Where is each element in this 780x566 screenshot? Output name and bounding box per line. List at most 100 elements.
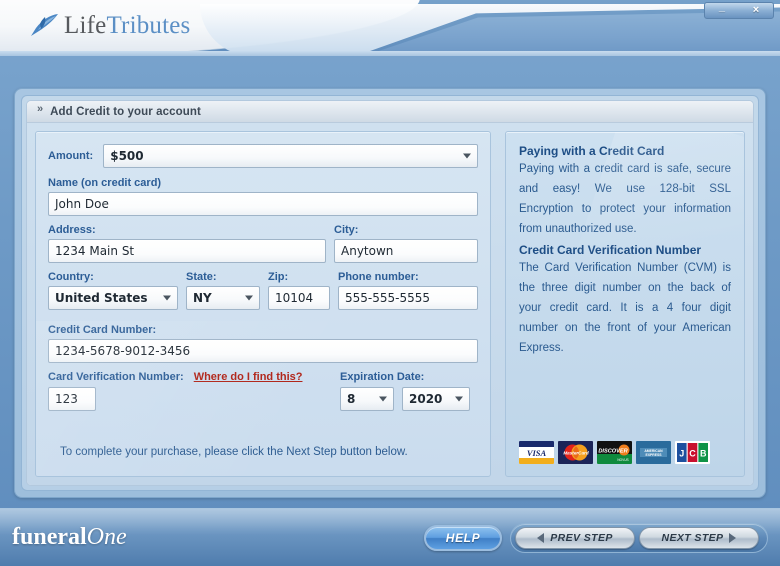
zip-value: 10104 [275,291,314,305]
expiration-month-value: 8 [347,392,356,406]
logo-word-life: Life [64,12,107,39]
cvm-input[interactable]: 123 [48,387,96,411]
svg-text:J: J [679,449,684,459]
next-step-button[interactable]: NEXT STEP [639,527,759,549]
city-group: City: Anytown [334,224,478,263]
bird-swoosh-icon [31,14,58,36]
prev-step-label: PREV STEP [550,532,613,544]
funeralone-logo: funeralOne [12,524,127,551]
svg-text:VISA: VISA [527,448,547,458]
amex-card-logo: AMERICAN EXPRESS [636,441,671,464]
state-label: State: [186,271,217,283]
step-navigation-group: PREV STEP NEXT STEP [510,523,768,553]
svg-text:DISCOVER: DISCOVER [598,449,627,455]
close-button[interactable]: × [753,5,759,16]
jcb-card-logo: J C B [675,441,710,464]
visa-card-logo: VISA [519,441,554,464]
info-paragraph-cvm: The Card Verification Number (CVM) is th… [519,262,731,354]
arrow-right-icon [729,533,737,543]
info-paragraph-paying: Paying with a credit card is safe, secur… [519,163,731,235]
phone-input[interactable]: 555-555-5555 [338,286,478,310]
zip-group: Zip: 10104 [268,271,330,310]
country-label: Country: [48,271,94,283]
logo-word-tributes: Tributes [106,12,191,39]
city-value: Anytown [341,244,394,258]
name-input[interactable]: John Doe [48,192,478,216]
expiration-month-select[interactable]: 8 [340,387,394,411]
chevron-down-icon [455,396,463,402]
title-bar-underline [0,51,780,56]
state-value: NY [193,291,212,305]
cvm-group: Card Verification Number: Where do I fin… [48,371,332,411]
double-chevron-icon: » [37,103,44,115]
name-row: Name (on credit card) John Doe [48,177,478,216]
chevron-down-icon [245,295,253,301]
amount-label: Amount: [48,149,94,162]
city-label: City: [334,224,359,236]
address-input[interactable]: 1234 Main St [48,239,326,263]
title-bar: LifeTributes _ × [0,0,780,56]
cvm-label: Card Verification Number: [48,371,184,383]
add-credit-panel: » Add Credit to your account Amount: $50… [26,100,754,486]
name-value: John Doe [55,197,109,211]
svg-text:NOVUS: NOVUS [617,458,628,462]
phone-label: Phone number: [338,271,419,283]
info-heading-cvm: Credit Card Verification Number [519,243,702,257]
card-number-label: Credit Card Number: [48,324,157,336]
address-value: 1234 Main St [55,244,135,258]
next-step-label: NEXT STEP [661,532,724,544]
city-input[interactable]: Anytown [334,239,478,263]
card-number-row: Credit Card Number: 1234-5678-9012-3456 [48,324,478,363]
amount-select[interactable]: $500 [103,144,478,168]
zip-input[interactable]: 10104 [268,286,330,310]
credit-card-info-panel: Paying with a Credit Card Paying with a … [505,131,745,477]
card-number-input[interactable]: 1234-5678-9012-3456 [48,339,478,363]
funeralone-word-one: One [86,524,127,550]
content-inner-frame: » Add Credit to your account Amount: $50… [21,95,759,491]
application-window: LifeTributes _ × » Add Credit to your ac… [0,0,780,566]
credit-form: Amount: $500 Name (on credit card) John … [35,131,491,477]
country-select[interactable]: United States [48,286,178,310]
prev-step-button[interactable]: PREV STEP [515,527,635,549]
address-group: Address: 1234 Main St [48,224,326,263]
mastercard-card-logo: MasterCard [558,441,593,464]
svg-text:C: C [689,449,696,459]
state-group: State: NY [186,271,260,310]
panel-header: » Add Credit to your account [27,101,753,123]
expiration-year-select[interactable]: 2020 [402,387,470,411]
help-button-label: HELP [445,531,481,545]
phone-group: Phone number: 555-555-5555 [338,271,478,310]
name-label: Name (on credit card) [48,177,162,189]
country-state-zip-phone-row: Country: United States State: NY Zip: 10… [48,271,478,310]
panel-title: Add Credit to your account [50,105,201,118]
country-value: United States [55,291,148,305]
content-outer-frame: » Add Credit to your account Amount: $50… [14,88,766,498]
funeralone-word-funeral: funeral [12,524,87,550]
country-group: Country: United States [48,271,178,310]
amount-value: $500 [110,149,144,163]
cvm-help-link[interactable]: Where do I find this? [194,371,303,383]
purchase-note: To complete your purchase, please click … [60,446,408,458]
svg-text:EXPRESS: EXPRESS [645,453,662,457]
state-select[interactable]: NY [186,286,260,310]
chevron-down-icon [463,153,471,159]
address-city-row: Address: 1234 Main St City: Anytown [48,224,478,263]
info-heading-paying: Paying with a Credit Card [519,144,665,158]
help-button[interactable]: HELP [424,525,502,551]
expiration-label: Expiration Date: [340,371,425,383]
zip-label: Zip: [268,271,289,283]
card-number-value: 1234-5678-9012-3456 [55,344,191,358]
discover-card-logo: DISCOVER NOVUS [597,441,632,464]
minimize-button[interactable]: _ [719,2,725,13]
amount-row: Amount: $500 [48,144,478,168]
chevron-down-icon [163,295,171,301]
cvm-expiration-row: Card Verification Number: Where do I fin… [48,371,478,411]
address-label: Address: [48,224,96,236]
phone-value: 555-555-5555 [345,291,431,305]
cvm-value: 123 [55,392,78,406]
app-logo-text: LifeTributes [64,12,191,40]
svg-text:B: B [700,449,707,459]
arrow-left-icon [537,533,545,543]
expiration-year-value: 2020 [409,392,443,406]
window-controls: _ × [704,2,774,19]
